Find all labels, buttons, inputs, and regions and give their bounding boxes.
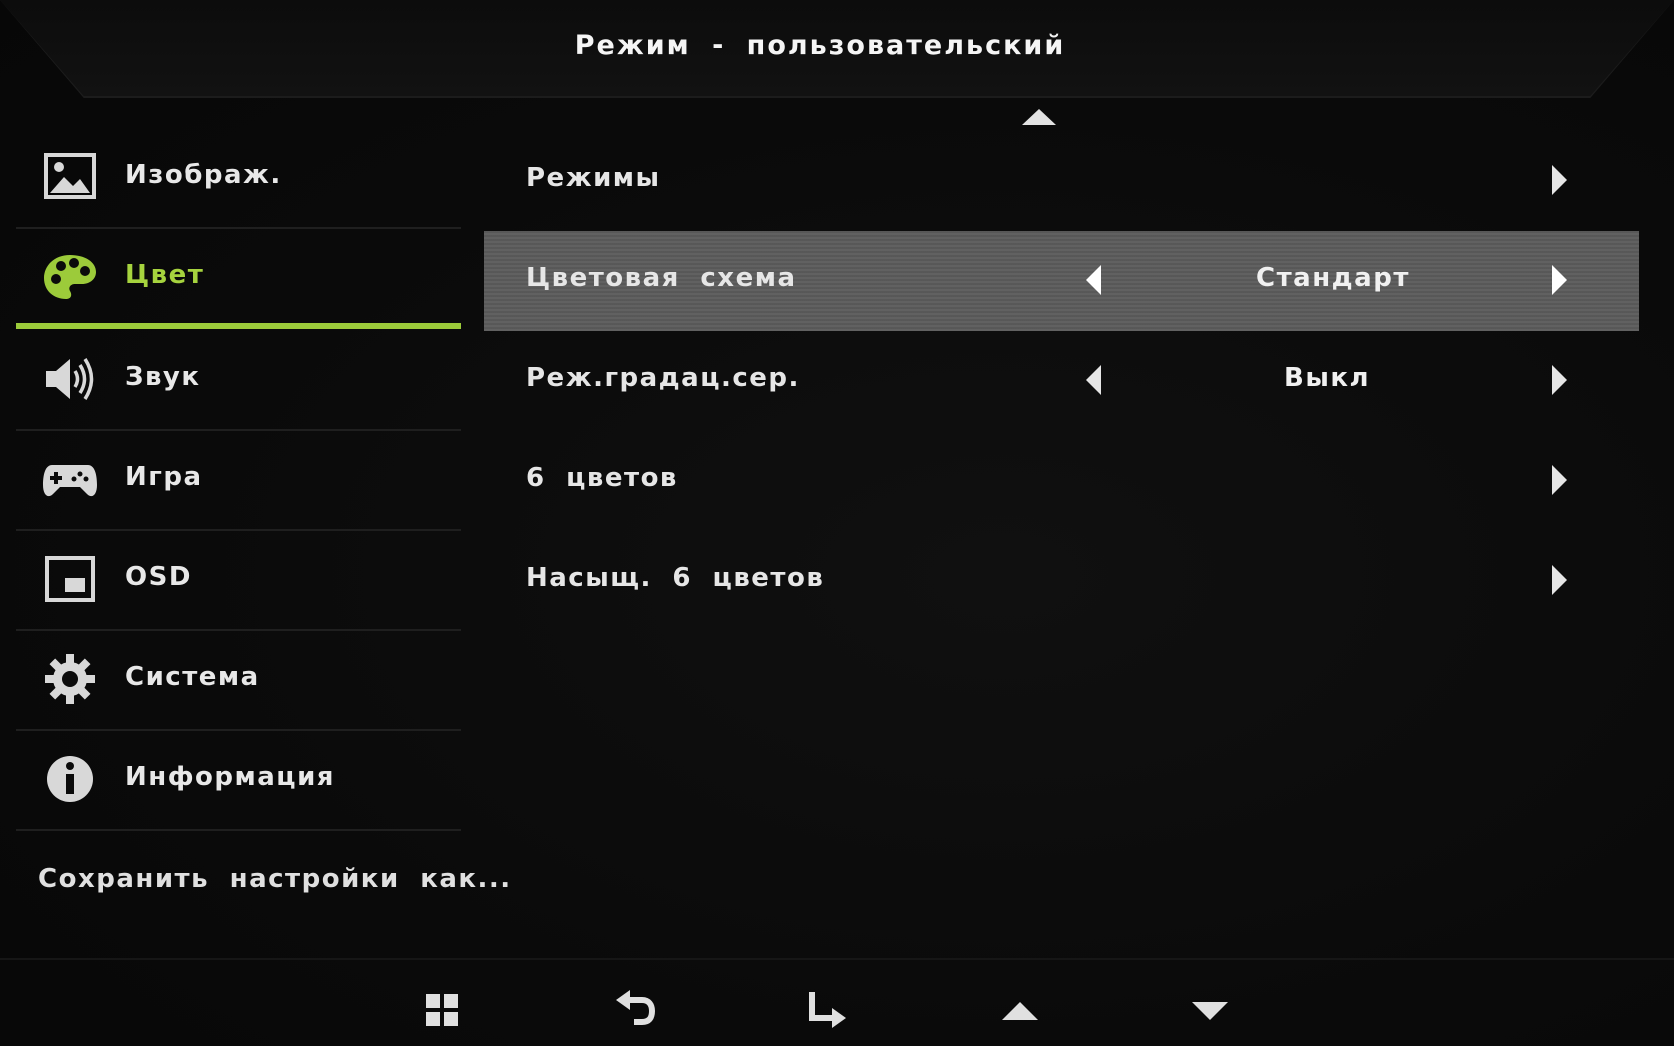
footer-divider	[0, 958, 1674, 960]
speaker-icon	[46, 358, 94, 400]
page-title: Режим - пользовательский	[574, 30, 1066, 61]
sidebar-item-info[interactable]: Информация	[16, 729, 461, 831]
sidebar-item-image[interactable]: Изображ.	[16, 127, 461, 229]
info-icon	[47, 756, 93, 802]
gamepad-icon	[43, 465, 97, 497]
menu-row-label: Насыщ. 6 цветов	[526, 563, 825, 593]
menu-row-label: Режимы	[526, 163, 661, 193]
sidebar-item-game[interactable]: Игра	[16, 429, 461, 531]
menu-row-six-colors-saturation[interactable]: Насыщ. 6 цветов	[484, 531, 1639, 631]
arrow-right-icon[interactable]	[1552, 165, 1567, 195]
arrow-right-icon[interactable]	[1552, 465, 1567, 495]
menu-row-grayscale-mode[interactable]: Реж.градац.сер. Выкл	[484, 331, 1639, 431]
sidebar-item-label: Звук	[125, 362, 201, 392]
sidebar-item-label: Игра	[125, 462, 203, 492]
sidebar-item-label: OSD	[125, 562, 192, 592]
down-arrow-icon[interactable]	[1188, 988, 1232, 1032]
arrow-left-icon[interactable]	[1086, 265, 1101, 295]
palette-icon	[44, 255, 96, 299]
scroll-up-indicator-icon[interactable]	[1022, 109, 1056, 125]
up-arrow-icon[interactable]	[998, 988, 1042, 1032]
sidebar-item-system[interactable]: Система	[16, 629, 461, 731]
sidebar-item-label: Изображ.	[125, 160, 282, 190]
enter-arrow-icon[interactable]	[804, 988, 848, 1032]
osd-window-icon	[45, 556, 95, 602]
arrow-right-icon[interactable]	[1552, 265, 1567, 295]
arrow-left-icon[interactable]	[1086, 365, 1101, 395]
menu-row-label: Реж.градац.сер.	[526, 363, 800, 393]
menu-row-value: Выкл	[1284, 363, 1371, 393]
sidebar-item-label: Система	[125, 662, 260, 692]
menu-row-label: Цветовая схема	[526, 263, 797, 293]
sidebar-item-label: Цвет	[125, 260, 205, 290]
menu-row-label: 6 цветов	[526, 463, 678, 493]
sidebar-item-color[interactable]: Цвет	[16, 227, 461, 329]
sidebar-item-sound[interactable]: Звук	[16, 329, 461, 431]
menu-row-modes[interactable]: Режимы	[484, 131, 1639, 231]
arrow-right-icon[interactable]	[1552, 365, 1567, 395]
back-arrow-icon[interactable]	[614, 988, 658, 1032]
gear-icon	[45, 654, 95, 704]
menu-row-color-scheme[interactable]: Цветовая схема Стандарт	[484, 231, 1639, 331]
arrow-right-icon[interactable]	[1552, 565, 1567, 595]
menu-grid-icon[interactable]	[420, 988, 464, 1032]
save-settings-button[interactable]: Сохранить настройки как...	[38, 864, 512, 894]
image-icon	[44, 153, 96, 199]
sidebar-item-osd[interactable]: OSD	[16, 529, 461, 631]
osd-screen: Режим - пользовательский Изображ. Цвет З…	[0, 0, 1674, 1046]
sidebar-item-label: Информация	[125, 762, 335, 792]
menu-row-six-colors[interactable]: 6 цветов	[484, 431, 1639, 531]
